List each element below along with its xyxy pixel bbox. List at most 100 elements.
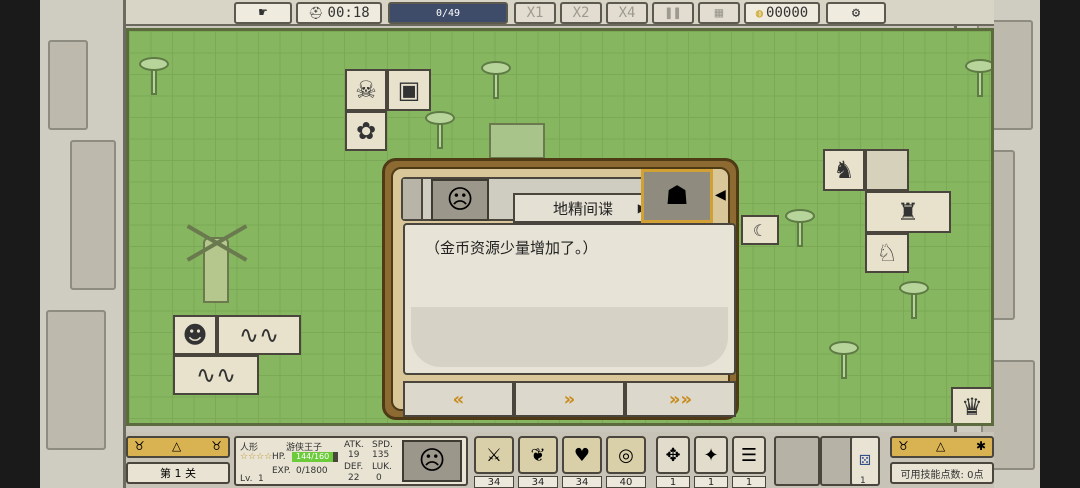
- hp-label: HP.: [272, 452, 286, 462]
- hp-value: 144/160: [296, 452, 330, 461]
- timer-display: ⛑ 00:18: [296, 2, 382, 24]
- enemy-tile-ogre[interactable]: ☻: [173, 315, 217, 355]
- pause-button[interactable]: ❚❚: [652, 2, 694, 24]
- item-slot[interactable]: ☰: [732, 436, 766, 474]
- next-button[interactable]: »: [514, 381, 625, 417]
- pointer-button[interactable]: ☛: [234, 2, 292, 24]
- speed-2x-button[interactable]: X2: [560, 2, 602, 24]
- chest-tile[interactable]: ▣: [387, 69, 431, 111]
- wall-block: [46, 310, 106, 450]
- skill-value: 34: [518, 476, 558, 488]
- wave-progress-bar: 0/49: [388, 2, 508, 24]
- knight-icon: ♜: [897, 198, 919, 226]
- speaker-name-box: 地精间谍 ▶: [513, 193, 653, 223]
- serpent-tile[interactable]: ∿∿: [217, 315, 301, 355]
- path-tile: [865, 149, 909, 191]
- wall-block: [48, 40, 88, 130]
- duck-icon: ✿: [355, 117, 377, 145]
- prev-speaker-tab[interactable]: [403, 179, 423, 219]
- skill-slot[interactable]: ◎: [606, 436, 646, 474]
- shuriken-icon: ✦: [703, 444, 719, 466]
- bandaged-hero-icon: ☹: [446, 185, 474, 215]
- luk-value: 0: [376, 473, 382, 483]
- enemy-tile-knight[interactable]: ♜: [865, 191, 951, 233]
- spd-label: SPD.: [372, 440, 393, 450]
- triangle-up-icon: △: [172, 439, 182, 453]
- hero-portrait: ☹: [431, 179, 489, 221]
- boss-tile[interactable]: ♛: [951, 387, 991, 423]
- serpent-tile[interactable]: ∿∿: [173, 355, 259, 395]
- raptor-icon: ♘: [876, 239, 898, 267]
- skill-menu-control[interactable]: ♉ △ ✱: [890, 436, 994, 458]
- level-prev-control[interactable]: ♉ △ ♉: [126, 436, 230, 458]
- text-bubble-shape: [411, 307, 728, 367]
- skill-slot[interactable]: ♥: [562, 436, 602, 474]
- skill-value: 34: [562, 476, 602, 488]
- item-slot[interactable]: ✦: [694, 436, 728, 474]
- event-dialog: ☹ 地精间谍 ▶ ☗ ◀ （金币资源少量增加了。） « » »»: [382, 158, 739, 420]
- map-icon: ▦: [714, 5, 724, 21]
- skill-slot[interactable]: ⚔: [474, 436, 514, 474]
- heart-icon: ♥: [573, 444, 591, 466]
- spd-value: 135: [372, 450, 390, 460]
- item-count: 1: [656, 476, 690, 488]
- speed-1x-button[interactable]: X1: [514, 2, 556, 24]
- previous-button[interactable]: «: [403, 381, 514, 417]
- triangle-left-icon: ◀: [715, 187, 726, 203]
- fast-forward-icon: »»: [668, 388, 693, 410]
- horned-helmet-icon: ♉: [134, 439, 145, 453]
- star-person-icon: ✱: [975, 439, 986, 453]
- skill-value: 34: [474, 476, 514, 488]
- tree-decor: [965, 59, 991, 99]
- tree-decor: [829, 341, 859, 381]
- enemy-tile-lizard[interactable]: ♞: [823, 149, 865, 191]
- sword-icon: ⚔: [485, 444, 503, 466]
- speed-2x-label: X2: [572, 5, 590, 21]
- speed-1x-label: X1: [526, 5, 544, 21]
- wing-icon: ❦: [530, 444, 546, 466]
- stone-ruins: [489, 123, 545, 159]
- creature-tile-duck[interactable]: ✿: [345, 111, 387, 151]
- goblin-spy-icon: ☗: [665, 181, 689, 211]
- bandaged-hero-icon: ☹: [418, 446, 446, 476]
- skip-button[interactable]: »»: [625, 381, 736, 417]
- dialog-text-area: （金币资源少量增加了。）: [403, 223, 736, 375]
- speaker-portrait: ☗: [641, 169, 713, 223]
- hero-bottom-portrait[interactable]: ☹: [402, 440, 462, 482]
- orc-icon: ☠: [355, 76, 377, 104]
- snake-icon: ∿∿: [238, 321, 280, 349]
- def-value: 22: [348, 473, 360, 483]
- left-decor-panel: [40, 0, 126, 488]
- skill-points-box: 可用技能点数: 0点: [890, 462, 994, 484]
- pointing-hand-icon: ☛: [258, 5, 268, 21]
- lizard-icon: ♞: [833, 156, 855, 184]
- ogre-icon: ☻: [182, 321, 208, 349]
- atk-value: 19: [348, 450, 360, 460]
- item-count: 1: [732, 476, 766, 488]
- exp-label: EXP.: [272, 466, 291, 476]
- speed-4x-button[interactable]: X4: [606, 2, 648, 24]
- lv-label: Lv.: [240, 474, 253, 484]
- demon-icon: ♛: [961, 393, 983, 421]
- item-slot[interactable]: ✥: [656, 436, 690, 474]
- map-button[interactable]: ▦: [698, 2, 740, 24]
- gear-icon: ⚙: [851, 5, 861, 21]
- triangle-up-icon: △: [936, 439, 946, 453]
- enemy-tile-raptor[interactable]: ♘: [865, 233, 909, 273]
- enemy-tile-orc[interactable]: ☠: [345, 69, 387, 111]
- empty-slot[interactable]: [774, 436, 820, 486]
- snake-icon: ∿∿: [195, 361, 237, 389]
- skill-value: 40: [606, 476, 646, 488]
- double-chevron-right-icon: »: [563, 388, 576, 410]
- tree-decor: [785, 209, 815, 249]
- gold-display: ◍ 00000: [744, 2, 820, 24]
- atk-label: ATK.: [344, 440, 364, 450]
- skill-slot[interactable]: ❦: [518, 436, 558, 474]
- settings-button[interactable]: ⚙: [826, 2, 886, 24]
- dialog-body: ☹ 地精间谍 ▶ ☗ ◀ （金币资源少量增加了。） « » »»: [391, 167, 736, 417]
- tree-decor: [899, 281, 929, 321]
- wolf-tile[interactable]: ☾: [741, 215, 779, 245]
- horned-helmet-icon: ♉: [898, 439, 909, 453]
- dice-icon: ⚄: [858, 453, 872, 469]
- speed-4x-label: X4: [618, 5, 636, 21]
